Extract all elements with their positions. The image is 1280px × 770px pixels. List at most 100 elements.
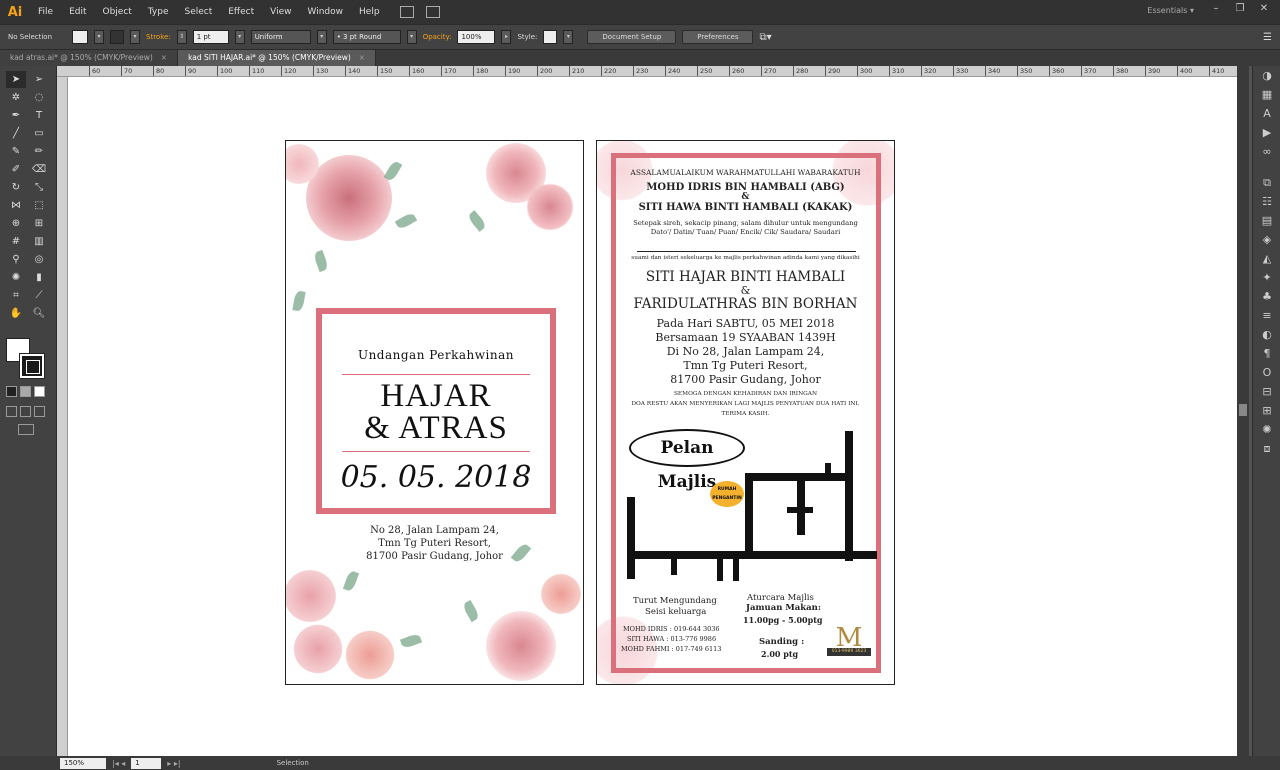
eyedropper-tool-icon[interactable]: ⚲ xyxy=(6,251,26,268)
free-transform-tool-icon[interactable]: ⬚ xyxy=(29,197,49,214)
stroke-weight-dropdown-icon[interactable]: ▾ xyxy=(234,30,245,44)
first-page-icon[interactable]: |◂ ◂ xyxy=(112,759,125,768)
brushes-panel-icon[interactable]: ✦ xyxy=(1253,268,1280,287)
fill-swatch[interactable] xyxy=(72,30,89,44)
arrange-documents-icon[interactable] xyxy=(425,6,440,18)
blob-brush-tool-icon[interactable]: ✐ xyxy=(6,161,26,178)
stroke-color-swatch[interactable] xyxy=(20,354,44,378)
screen-mode-icon[interactable] xyxy=(18,424,34,435)
pathfinder-panel-icon[interactable]: ⊞ xyxy=(1253,401,1280,420)
gradient-tool-icon[interactable]: ▥ xyxy=(29,233,49,250)
current-tool-status[interactable]: Selection xyxy=(277,759,309,767)
align-panel-icon[interactable]: ⊟ xyxy=(1253,382,1280,401)
direct-selection-tool-icon[interactable]: ➢ xyxy=(29,71,49,88)
none-mode-icon[interactable] xyxy=(34,386,45,397)
menu-help[interactable]: Help xyxy=(351,7,388,17)
image-trace-icon[interactable]: ◭ xyxy=(1253,249,1280,268)
scroll-thumb[interactable] xyxy=(1239,404,1247,416)
menu-view[interactable]: View xyxy=(262,7,299,17)
menu-edit[interactable]: Edit xyxy=(61,7,94,17)
gradient-mode-icon[interactable] xyxy=(20,386,31,397)
draw-normal-icon[interactable] xyxy=(6,406,17,417)
draw-inside-icon[interactable] xyxy=(34,406,45,417)
invitation-front-card[interactable]: Undangan Perkahwinan HAJAR & ATRAS 05. 0… xyxy=(285,140,584,685)
symbol-sprayer-tool-icon[interactable]: ✺ xyxy=(6,269,26,286)
bridge-icon[interactable] xyxy=(399,6,414,18)
menu-file[interactable]: File xyxy=(30,7,61,17)
appearance-panel-icon[interactable]: ✺ xyxy=(1253,420,1280,439)
stroke-weight-input[interactable]: 1 pt xyxy=(192,30,229,44)
draw-behind-icon[interactable] xyxy=(20,406,31,417)
stroke-dropdown-icon[interactable]: ▾ xyxy=(130,30,141,44)
arrange-icon[interactable]: ⧉▾ xyxy=(759,32,771,43)
page-number-input[interactable]: 1 xyxy=(131,757,162,769)
brush-dropdown-icon[interactable]: ▾ xyxy=(406,30,417,44)
scale-tool-icon[interactable]: ⤡ xyxy=(29,179,49,196)
menu-effect[interactable]: Effect xyxy=(220,7,262,17)
preferences-button[interactable]: Preferences xyxy=(682,30,754,44)
lasso-tool-icon[interactable]: ◌ xyxy=(29,89,49,106)
type-tool-icon[interactable]: T xyxy=(29,107,49,124)
paragraph-panel-icon[interactable]: ¶ xyxy=(1253,344,1280,363)
next-page-icon[interactable]: ▸ ▸| xyxy=(167,759,180,768)
pen-tool-icon[interactable]: ✒ xyxy=(6,107,26,124)
zoom-level-input[interactable]: 150% xyxy=(60,757,106,769)
minimize-icon[interactable]: – xyxy=(1206,2,1226,16)
hand-tool-icon[interactable]: ✋ xyxy=(6,305,26,322)
menu-object[interactable]: Object xyxy=(95,7,140,17)
opacity-label[interactable]: Opacity: xyxy=(423,33,452,41)
color-panel-icon[interactable]: ◑ xyxy=(1253,66,1280,85)
line-tool-icon[interactable]: ╱ xyxy=(6,125,26,142)
column-graph-tool-icon[interactable]: ▮ xyxy=(29,269,49,286)
tab-kad-siti-hajar[interactable]: kad SITI HAJAR.ai* @ 150% (CMYK/Preview)… xyxy=(178,50,377,66)
vertical-scrollbar[interactable] xyxy=(1237,66,1249,756)
tab-kad-atras[interactable]: kad atras.ai* @ 150% (CMYK/Preview) × xyxy=(0,50,179,66)
character-panel-icon[interactable]: A xyxy=(1253,104,1280,123)
fill-dropdown-icon[interactable]: ▾ xyxy=(94,30,105,44)
shape-builder-tool-icon[interactable]: ⊕ xyxy=(6,215,26,232)
restore-icon[interactable]: ❐ xyxy=(1230,2,1250,16)
style-dropdown-icon[interactable]: ▾ xyxy=(563,30,574,44)
artboards-panel-icon[interactable]: ⧈ xyxy=(1253,439,1280,458)
rectangle-tool-icon[interactable]: ▭ xyxy=(29,125,49,142)
menu-select[interactable]: Select xyxy=(176,7,220,17)
brush-definition[interactable]: • 3 pt Round xyxy=(332,30,401,44)
color-guide-icon[interactable]: ▦ xyxy=(1253,85,1280,104)
opentype-panel-icon[interactable]: O xyxy=(1253,363,1280,382)
perspective-grid-tool-icon[interactable]: ⊞ xyxy=(29,215,49,232)
layers-panel-icon[interactable]: ◈ xyxy=(1253,230,1280,249)
close-tab-icon[interactable]: × xyxy=(359,53,365,62)
opacity-input[interactable]: 100% xyxy=(457,30,496,44)
stroke-stepper-icon[interactable]: ⇕ xyxy=(176,30,187,44)
workspace-switcher[interactable]: Essentials ▾ xyxy=(1147,6,1194,15)
close-tab-icon[interactable]: × xyxy=(161,53,167,62)
eraser-tool-icon[interactable]: ⌫ xyxy=(29,161,49,178)
stroke-panel-icon[interactable]: ≡ xyxy=(1253,306,1280,325)
mesh-tool-icon[interactable]: # xyxy=(6,233,26,250)
panel-menu-icon[interactable]: ☰ xyxy=(1263,32,1272,43)
stroke-label[interactable]: Stroke: xyxy=(146,33,171,41)
swatches-panel-icon[interactable]: ☷ xyxy=(1253,192,1280,211)
artboard-tool-icon[interactable]: ⌗ xyxy=(6,287,26,304)
width-tool-icon[interactable]: ⋈ xyxy=(6,197,26,214)
links-panel-icon[interactable]: ∞ xyxy=(1253,142,1280,161)
opacity-dropdown-icon[interactable]: ▸ xyxy=(501,30,512,44)
stroke-profile-dropdown-icon[interactable]: ▾ xyxy=(316,30,327,44)
blend-tool-icon[interactable]: ◎ xyxy=(29,251,49,268)
paintbrush-tool-icon[interactable]: ✎ xyxy=(6,143,26,160)
pencil-tool-icon[interactable]: ✏ xyxy=(29,143,49,160)
style-swatch[interactable] xyxy=(543,30,558,44)
stroke-swatch[interactable] xyxy=(110,30,125,44)
transparency-panel-icon[interactable]: ◐ xyxy=(1253,325,1280,344)
symbols-panel-icon[interactable]: ♣ xyxy=(1253,287,1280,306)
menu-type[interactable]: Type xyxy=(140,7,177,17)
menu-window[interactable]: Window xyxy=(300,7,352,17)
magic-wand-tool-icon[interactable]: ✲ xyxy=(6,89,26,106)
stroke-profile[interactable]: Uniform xyxy=(250,30,311,44)
color-mode-icon[interactable] xyxy=(6,386,17,397)
slice-tool-icon[interactable]: ⟋ xyxy=(29,287,49,304)
close-icon[interactable]: ✕ xyxy=(1254,2,1274,16)
invitation-back-card[interactable]: ASSALAMUALAIKUM WARAHMATULLAHI WABARAKAT… xyxy=(596,140,895,685)
rotate-tool-icon[interactable]: ↻ xyxy=(6,179,26,196)
gradient-panel-icon[interactable]: ▤ xyxy=(1253,211,1280,230)
